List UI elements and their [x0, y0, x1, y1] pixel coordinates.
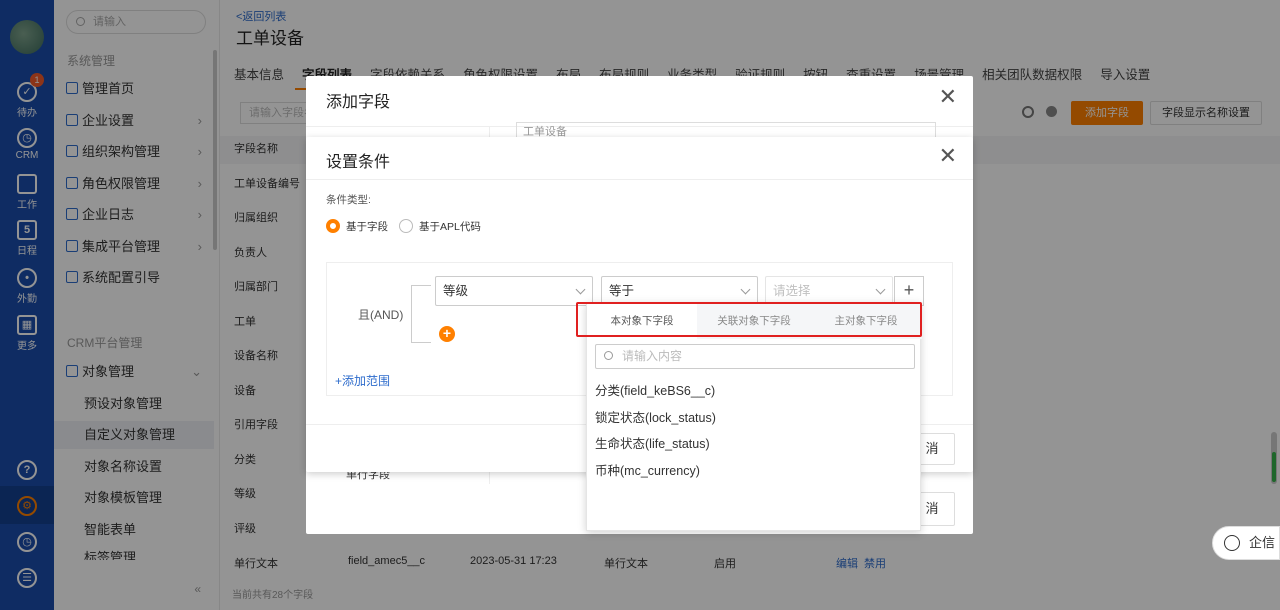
condition-bracket — [411, 285, 431, 343]
dropdown-search-placeholder: 请输入内容 — [622, 349, 683, 363]
radio-field-based[interactable]: 基于字段 — [326, 219, 388, 234]
field-select[interactable]: 等级 — [435, 276, 593, 306]
close-icon[interactable]: ✕ — [939, 84, 957, 110]
modal-title: 设置条件 — [326, 154, 391, 171]
radio-label: 基于字段 — [346, 221, 388, 233]
radio-checked-icon — [326, 219, 340, 233]
condition-type-label: 条件类型: — [326, 194, 371, 206]
add-circle-icon[interactable]: + — [439, 326, 455, 342]
search-icon — [604, 351, 613, 360]
modal-title: 添加字段 — [326, 94, 391, 111]
add-range-link[interactable]: +添加范围 — [335, 372, 390, 389]
close-icon[interactable]: ✕ — [939, 143, 957, 169]
qixin-button[interactable]: 企信 — [1212, 526, 1280, 560]
chevron-down-icon — [875, 284, 886, 295]
chat-icon — [1224, 535, 1240, 551]
dropdown-search-input[interactable]: 请输入内容 — [595, 344, 915, 369]
and-label: 且(AND) — [358, 308, 404, 322]
divider — [306, 179, 973, 180]
list-item[interactable]: 分类(field_keBS6__c) — [595, 382, 715, 400]
chevron-down-icon — [575, 284, 586, 295]
operator-select-value: 等于 — [609, 284, 635, 298]
list-item[interactable]: 生命状态(life_status) — [595, 435, 710, 453]
highlight-box — [576, 302, 922, 337]
list-item[interactable]: 币种(mc_currency) — [595, 462, 700, 480]
radio-label: 基于APL代码 — [419, 221, 481, 233]
list-item[interactable]: 锁定状态(lock_status) — [595, 409, 716, 427]
field-select-value: 等级 — [443, 284, 469, 298]
radio-unchecked-icon — [399, 219, 413, 233]
chevron-down-icon — [740, 284, 751, 295]
radio-apl-based[interactable]: 基于APL代码 — [399, 219, 481, 234]
qixin-label: 企信 — [1249, 535, 1276, 550]
value-select-placeholder: 请选择 — [773, 284, 811, 298]
